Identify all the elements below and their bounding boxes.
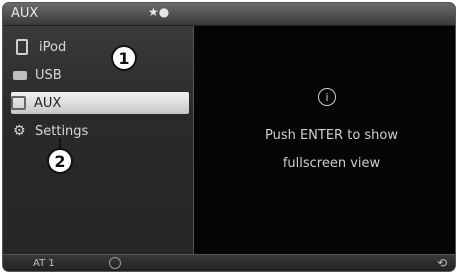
instruction-text: Push ENTER to show fullscreen view (214, 122, 449, 178)
header-title: AUX (11, 6, 39, 21)
callout-badge-1: 1 (111, 45, 137, 71)
clock-icon (109, 257, 121, 269)
menu-item-usb[interactable]: USB (13, 64, 189, 86)
menu-item-ipod[interactable]: iPod (13, 36, 189, 58)
menu-item-label: Settings (35, 123, 89, 139)
aux-icon (11, 96, 26, 110)
menu-item-label: AUX (34, 95, 62, 111)
info-icon: i (318, 88, 336, 106)
back-icon[interactable]: ⟲ (437, 256, 447, 270)
track-indicator: AT 1 (33, 258, 55, 269)
device-screen: AUX ★● iPod USB AUX ⚙ Settings 1 2 i Pus… (2, 2, 456, 272)
menu-item-label: iPod (39, 39, 67, 55)
instruction-line-2: fullscreen view (282, 156, 381, 171)
footer-bar: AT 1 ⟲ (3, 254, 455, 271)
instruction-line-1: Push ENTER to show (264, 128, 399, 143)
source-menu: iPod USB AUX ⚙ Settings 1 2 (3, 26, 194, 254)
menu-item-label: USB (35, 67, 62, 83)
usb-icon (13, 70, 27, 80)
callout-badge-2: 2 (47, 148, 73, 174)
gear-icon: ⚙ (13, 123, 26, 139)
menu-item-settings[interactable]: ⚙ Settings (13, 120, 189, 142)
ipod-icon (16, 39, 28, 55)
menu-item-aux[interactable]: AUX (11, 92, 189, 114)
header-bar: AUX ★● (3, 3, 455, 26)
content-panel: i Push ENTER to show fullscreen view (194, 26, 455, 254)
status-icons: ★● (148, 5, 170, 19)
